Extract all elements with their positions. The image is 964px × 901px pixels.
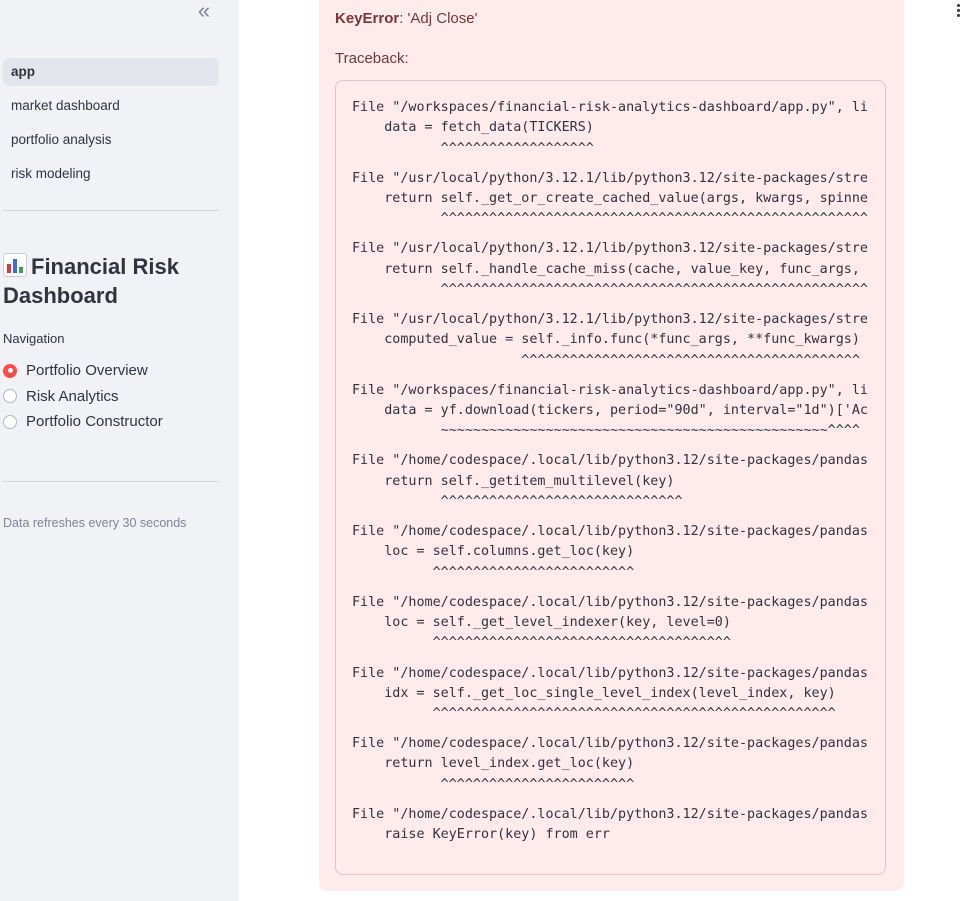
- sidebar: « app market dashboard portfolio analysi…: [0, 0, 239, 901]
- vertical-ellipsis-icon: [956, 3, 960, 17]
- traceback-line: return self._get_or_create_cached_value(…: [352, 190, 868, 206]
- navigation-label: Navigation: [3, 331, 65, 346]
- traceback-frame: File "/home/codespace/.local/lib/python3…: [352, 593, 868, 654]
- traceback-frame: File "/workspaces/financial-risk-analyti…: [352, 98, 868, 159]
- error-type: KeyError: [335, 10, 400, 27]
- radio-checked-icon: [3, 363, 17, 378]
- traceback-line: File "/home/codespace/.local/lib/python3…: [352, 736, 868, 752]
- traceback-line: ^^^^^^^^^^^^^^^^^^^^^^^^: [352, 776, 635, 792]
- error-message: KeyError: 'Adj Close': [335, 10, 477, 27]
- traceback-line: ~~~~~~~~~~~~~~~~~~~~~~~~~~~~~~~~~~~~~~~~…: [352, 423, 860, 439]
- radio-unchecked-icon: [3, 389, 17, 404]
- page-navigation: app market dashboard portfolio analysis …: [3, 58, 219, 194]
- sidebar-title-text: Financial Risk Dashboard: [3, 254, 179, 308]
- traceback-frame: File "/usr/local/python/3.12.1/lib/pytho…: [352, 310, 868, 371]
- traceback-label: Traceback:: [335, 50, 409, 67]
- radio-label: Risk Analytics: [26, 387, 119, 405]
- traceback-line: ^^^^^^^^^^^^^^^^^^^: [352, 140, 594, 156]
- traceback-line: data = yf.download(tickers, period="90d"…: [352, 403, 868, 419]
- error-text: : 'Adj Close': [399, 10, 478, 27]
- traceback-frame: File "/home/codespace/.local/lib/python3…: [352, 522, 868, 583]
- traceback-line: File "/usr/local/python/3.12.1/lib/pytho…: [352, 170, 868, 186]
- radio-label: Portfolio Constructor: [26, 413, 163, 431]
- nav-item-app[interactable]: app: [3, 58, 219, 86]
- traceback-frame: File "/usr/local/python/3.12.1/lib/pytho…: [352, 239, 868, 300]
- radio-label: Portfolio Overview: [26, 362, 148, 380]
- collapse-sidebar-button[interactable]: «: [192, 0, 216, 22]
- navigation-radio-group: Portfolio Overview Risk Analytics Portfo…: [3, 358, 163, 435]
- main-menu-button[interactable]: [953, 2, 963, 18]
- traceback-line: File "/home/codespace/.local/lib/python3…: [352, 806, 868, 822]
- sidebar-title: Financial Risk Dashboard: [3, 252, 223, 310]
- traceback-line: ^^^^^^^^^^^^^^^^^^^^^^^^^^^^^^: [352, 494, 683, 510]
- traceback-line: return self._handle_cache_miss(cache, va…: [352, 261, 868, 277]
- traceback-line: File "/workspaces/financial-risk-analyti…: [352, 382, 868, 398]
- sidebar-divider: [3, 210, 219, 211]
- traceback-text: File "/workspaces/financial-risk-analyti…: [352, 98, 868, 855]
- traceback-frame: File "/home/codespace/.local/lib/python3…: [352, 451, 868, 512]
- traceback-line: File "/usr/local/python/3.12.1/lib/pytho…: [352, 241, 868, 257]
- exception-box: KeyError: 'Adj Close' Traceback: File "/…: [319, 0, 904, 891]
- traceback-line: idx = self._get_loc_single_level_index(l…: [352, 685, 836, 701]
- traceback-line: File "/workspaces/financial-risk-analyti…: [352, 100, 868, 115]
- traceback-line: ^^^^^^^^^^^^^^^^^^^^^^^^^^^^^^^^^^^^^^^^…: [352, 706, 836, 722]
- traceback-line: ^^^^^^^^^^^^^^^^^^^^^^^^^^^^^^^^^^^^^^^^…: [352, 211, 868, 227]
- traceback-line: File "/home/codespace/.local/lib/python3…: [352, 594, 868, 610]
- radio-risk-analytics[interactable]: Risk Analytics: [3, 384, 163, 410]
- traceback-line: ^^^^^^^^^^^^^^^^^^^^^^^^^^^^^^^^^^^^^^^^…: [352, 352, 860, 368]
- nav-item-market-dashboard[interactable]: market dashboard: [3, 92, 219, 120]
- traceback-line: File "/home/codespace/.local/lib/python3…: [352, 665, 868, 681]
- traceback-line: ^^^^^^^^^^^^^^^^^^^^^^^^^: [352, 564, 635, 580]
- traceback-line: File "/usr/local/python/3.12.1/lib/pytho…: [352, 312, 868, 328]
- traceback-line: return level_index.get_loc(key): [352, 756, 635, 772]
- traceback-frame: File "/usr/local/python/3.12.1/lib/pytho…: [352, 169, 868, 230]
- radio-portfolio-constructor[interactable]: Portfolio Constructor: [3, 409, 163, 435]
- traceback-line: data = fetch_data(TICKERS): [352, 120, 594, 136]
- traceback-line: raise KeyError(key) from err: [352, 827, 610, 843]
- traceback-line: computed_value = self._info.func(*func_a…: [352, 332, 860, 348]
- bar-chart-emoji-icon: [3, 253, 27, 277]
- traceback-frame: File "/workspaces/financial-risk-analyti…: [352, 381, 868, 442]
- nav-item-portfolio-analysis[interactable]: portfolio analysis: [3, 126, 219, 154]
- traceback-line: ^^^^^^^^^^^^^^^^^^^^^^^^^^^^^^^^^^^^^: [352, 635, 731, 651]
- traceback-line: File "/home/codespace/.local/lib/python3…: [352, 524, 868, 540]
- traceback-frame: File "/home/codespace/.local/lib/python3…: [352, 734, 868, 795]
- traceback-code-block[interactable]: File "/workspaces/financial-risk-analyti…: [335, 80, 886, 875]
- traceback-line: loc = self._get_level_indexer(key, level…: [352, 615, 731, 631]
- traceback-frame: File "/home/codespace/.local/lib/python3…: [352, 805, 868, 846]
- refresh-caption: Data refreshes every 30 seconds: [3, 516, 187, 530]
- radio-unchecked-icon: [3, 414, 17, 429]
- nav-item-risk-modeling[interactable]: risk modeling: [3, 160, 219, 188]
- double-chevron-left-icon: «: [197, 0, 211, 23]
- traceback-frame: File "/home/codespace/.local/lib/python3…: [352, 664, 868, 725]
- traceback-line: loc = self.columns.get_loc(key): [352, 544, 635, 560]
- traceback-line: File "/home/codespace/.local/lib/python3…: [352, 453, 868, 469]
- sidebar-divider: [3, 481, 219, 482]
- radio-portfolio-overview[interactable]: Portfolio Overview: [3, 358, 163, 384]
- traceback-line: return self._getitem_multilevel(key): [352, 473, 675, 489]
- traceback-line: ^^^^^^^^^^^^^^^^^^^^^^^^^^^^^^^^^^^^^^^^…: [352, 281, 868, 297]
